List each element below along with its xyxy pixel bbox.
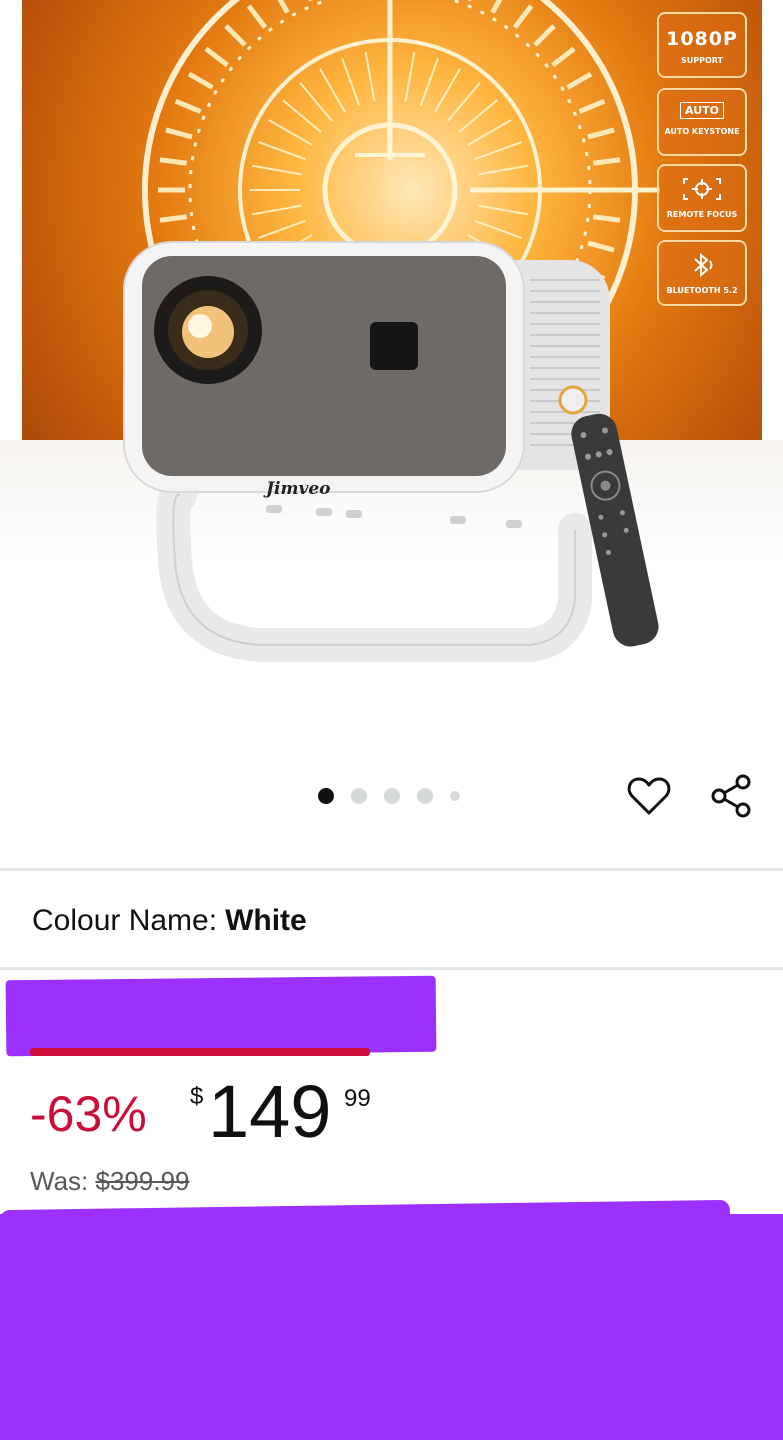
heart-icon[interactable] [626,773,672,819]
price-whole: 149 [208,1070,332,1153]
price-currency: $ [190,1083,204,1110]
price-fraction: 99 [344,1085,371,1112]
badge-remote-focus-subtitle: REMOTE FOCUS [666,210,738,219]
projector-illustration: Jimveo [123,241,659,662]
was-price-value: $399.99 [95,1166,190,1196]
badge-1080p: 1080P SUPPORT [657,12,747,78]
carousel-dot-4[interactable] [417,788,433,804]
badge-1080p-title: 1080P [666,28,738,50]
badge-remote-focus: REMOTE FOCUS [657,164,747,232]
auto-box-icon: AUTO [680,102,724,119]
carousel-dot-1[interactable] [318,788,334,804]
deal-badge-underline [30,1048,370,1056]
colour-selector[interactable]: Colour Name: White [32,904,307,938]
badge-auto-keystone: AUTO AUTO KEYSTONE [657,88,747,156]
was-label: Was: [30,1166,89,1196]
colour-label: Colour Name: [32,904,218,937]
image-carousel-dots[interactable] [318,788,477,804]
redaction-mark [0,1214,783,1440]
colour-value: White [225,904,307,937]
badge-auto-keystone-subtitle: AUTO KEYSTONE [664,127,740,136]
was-price: Was: $399.99 [30,1166,189,1197]
share-icon[interactable] [708,773,754,819]
discount-percent: -63% [30,1086,147,1142]
carousel-dot-3[interactable] [384,788,400,804]
carousel-dot-5[interactable] [450,791,460,801]
carousel-dot-2[interactable] [351,788,367,804]
brand-logo: Jimveo [263,479,331,499]
product-image[interactable]: 1080P SUPPORT AUTO AUTO KEYSTONE REMOTE … [0,0,783,740]
badge-1080p-subtitle: SUPPORT [680,56,724,65]
redaction-mark [5,975,437,1057]
divider [0,868,783,871]
divider [0,967,783,970]
focus-icon [659,176,745,206]
